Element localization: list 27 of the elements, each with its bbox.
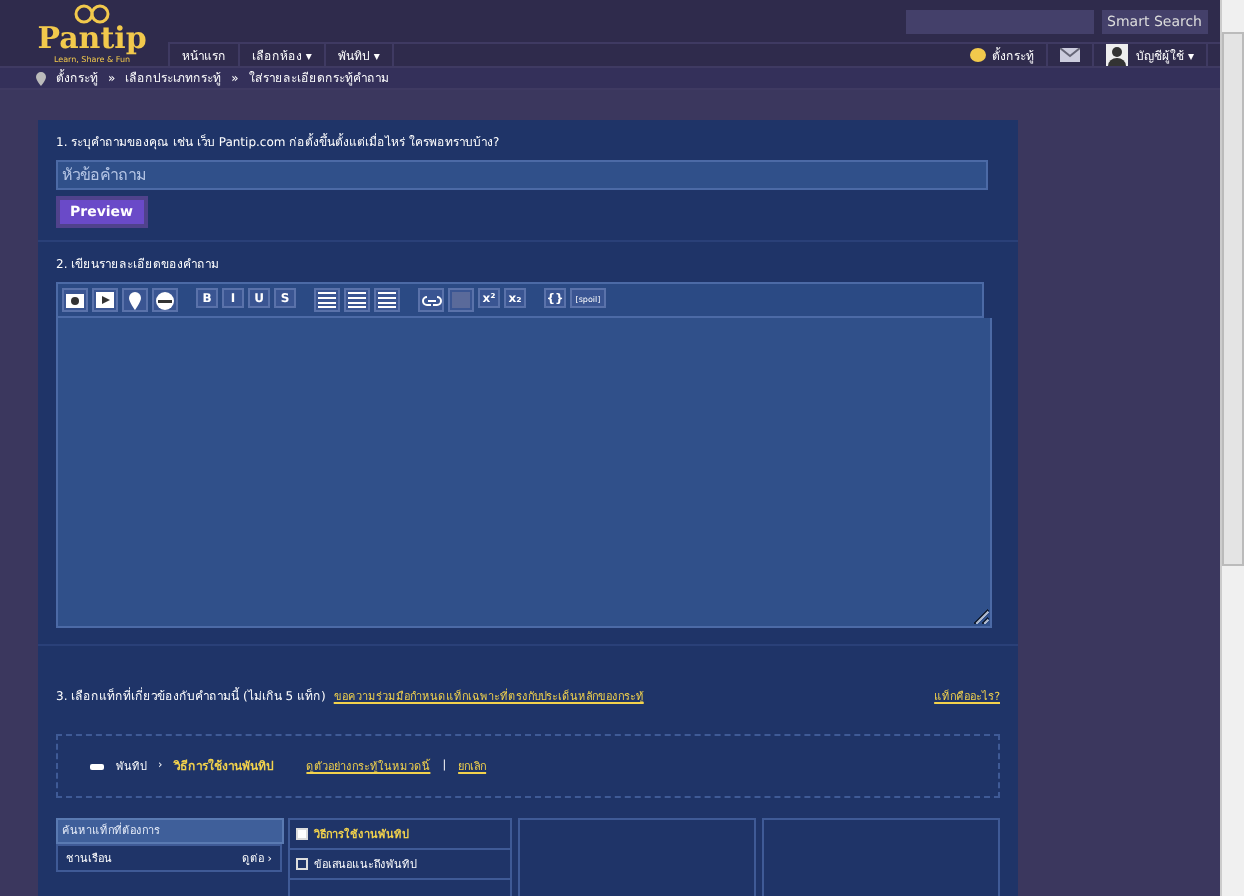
checkbox[interactable] xyxy=(296,828,308,840)
checkbox[interactable] xyxy=(296,858,308,870)
search-field[interactable] xyxy=(905,9,1094,33)
align-icon xyxy=(318,292,336,308)
toolbar-button[interactable] xyxy=(418,288,444,312)
align-icon xyxy=(348,292,366,308)
pin-icon xyxy=(128,291,142,309)
align-icon xyxy=(378,292,396,308)
pin-icon xyxy=(36,71,46,85)
link-icon xyxy=(421,295,441,305)
mail-icon[interactable] xyxy=(1060,48,1081,62)
play-icon xyxy=(96,292,114,308)
scrollbar[interactable] xyxy=(1220,0,1244,896)
toolbar-button[interactable] xyxy=(92,288,118,312)
title-field[interactable]: หัวข้อคำถาม xyxy=(56,160,988,190)
face-icon xyxy=(156,291,174,309)
toolbar-button[interactable] xyxy=(344,288,370,312)
logo-icon xyxy=(72,3,112,23)
toolbar-button[interactable] xyxy=(62,288,88,312)
image-icon xyxy=(66,292,84,308)
logo-text: Pantip xyxy=(37,23,147,53)
toolbar-button[interactable] xyxy=(122,288,148,312)
toolbar-button[interactable] xyxy=(152,288,178,312)
toolbar-button[interactable] xyxy=(314,288,340,312)
avatar-icon xyxy=(1106,44,1129,66)
tag-icon xyxy=(90,763,104,769)
toolbar-button[interactable] xyxy=(374,288,400,312)
